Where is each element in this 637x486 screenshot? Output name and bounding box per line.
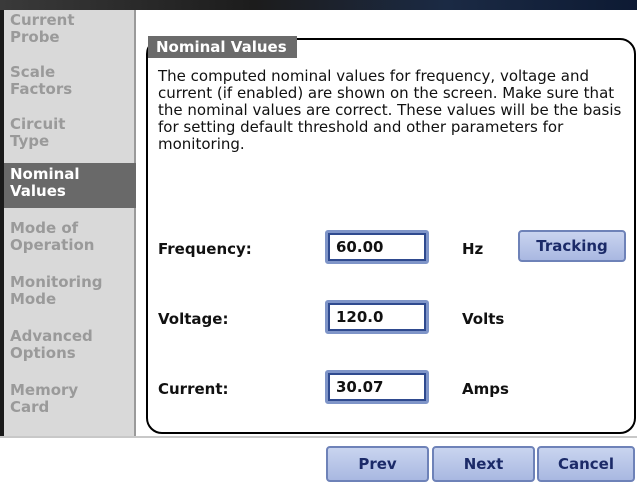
sidebar-item-nominal-values[interactable]: Nominal Values <box>4 163 136 208</box>
cancel-button[interactable]: Cancel <box>537 446 635 482</box>
sidebar-item-label: Circuit Type <box>10 115 66 150</box>
prev-button[interactable]: Prev <box>326 446 429 482</box>
frequency-label: Frequency: <box>158 240 252 258</box>
sidebar-item-scale-factors[interactable]: Scale Factors <box>4 64 136 104</box>
voltage-field[interactable]: 120.0 <box>325 300 429 334</box>
sidebar-item-current-probe[interactable]: Current Probe <box>4 12 136 52</box>
voltage-unit: Volts <box>462 310 505 328</box>
current-unit: Amps <box>462 380 509 398</box>
sidebar-item-label: Mode of Operation <box>10 219 95 254</box>
divider <box>0 436 637 438</box>
voltage-label: Voltage: <box>158 310 229 328</box>
sidebar-item-label: Advanced Options <box>10 327 93 362</box>
current-field[interactable]: 30.07 <box>325 370 429 404</box>
current-label: Current: <box>158 380 229 398</box>
sidebar-item-label: Scale Factors <box>10 63 73 98</box>
sidebar-item-advanced-options[interactable]: Advanced Options <box>4 328 136 368</box>
sidebar-item-label: Monitoring Mode <box>10 273 103 308</box>
frequency-field[interactable]: 60.00 <box>325 230 429 264</box>
tracking-button[interactable]: Tracking <box>518 230 626 262</box>
sidebar-item-memory-card[interactable]: Memory Card <box>4 382 136 422</box>
title-bar-strip <box>0 0 637 10</box>
setup-steps-sidebar: Current Probe Scale Factors Circuit Type… <box>4 10 136 436</box>
sidebar-item-label: Current Probe <box>10 11 75 46</box>
sidebar-item-circuit-type[interactable]: Circuit Type <box>4 116 136 156</box>
panel-description: The computed nominal values for frequenc… <box>158 67 622 153</box>
sidebar-item-monitoring-mode[interactable]: Monitoring Mode <box>4 274 136 314</box>
next-button[interactable]: Next <box>432 446 535 482</box>
sidebar-item-mode-of-operation[interactable]: Mode of Operation <box>4 220 136 260</box>
sidebar-item-label: Memory Card <box>10 381 79 416</box>
main-content: Nominal Values The computed nominal valu… <box>136 10 637 436</box>
panel-title: Nominal Values <box>148 36 297 58</box>
frequency-unit: Hz <box>462 240 484 258</box>
sidebar-item-label: Nominal Values <box>10 165 80 200</box>
